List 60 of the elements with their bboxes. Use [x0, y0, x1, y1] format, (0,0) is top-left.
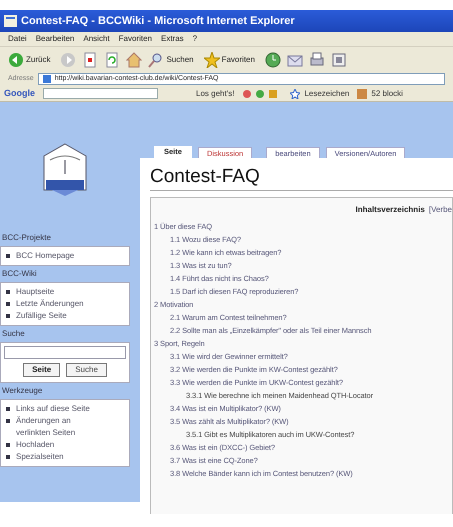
- sidebar-link[interactable]: Hochladen: [16, 439, 106, 451]
- go-button[interactable]: Los geht's!: [196, 88, 234, 100]
- clock-icon: [264, 52, 281, 68]
- menu-item[interactable]: Favoriten: [118, 33, 152, 45]
- toolbar-history-button[interactable]: [264, 52, 281, 68]
- google-logo: Google: [4, 86, 35, 100]
- bullet-icon: [6, 314, 10, 318]
- menu-item[interactable]: Ansicht: [83, 33, 110, 45]
- toolbar-search-button[interactable]: Suchen: [148, 52, 198, 68]
- bullet-icon: [6, 254, 10, 258]
- blocker-icon: [357, 88, 368, 98]
- sidebar-link[interactable]: Hauptseite: [16, 286, 106, 298]
- house-icon: [126, 52, 142, 68]
- page-title: Contest-FAQ: [150, 166, 453, 191]
- toolbar-back-button[interactable]: Zurück: [8, 52, 54, 68]
- sidebar-heading: BCC-Projekte: [1, 232, 52, 244]
- sidebar-link[interactable]: Letzte Änderungen: [16, 298, 106, 310]
- club-logo: [42, 142, 88, 198]
- toc-toggle-link[interactable]: [Verbe: [428, 204, 452, 216]
- sidebar-heading: Werkzeuge: [1, 385, 44, 397]
- menu-item[interactable]: Datei: [8, 33, 27, 45]
- bullet-icon: [6, 419, 10, 423]
- toolbar-home-button[interactable]: [126, 52, 142, 68]
- window-title: Contest-FAQ - BCCWiki - Microsoft Internet Explorer: [21, 14, 295, 29]
- sidebar-heading: BCC-Wiki: [1, 268, 38, 280]
- menu-item[interactable]: ?: [192, 33, 198, 45]
- page-button[interactable]: Seite: [23, 363, 60, 377]
- bookmarks-button[interactable]: Lesezeichen: [304, 88, 350, 100]
- bullet-icon: [6, 290, 10, 294]
- popup-blocker-button[interactable]: 52 blocki: [357, 88, 403, 100]
- sidebar-link[interactable]: Änderungen an verlinkten Seiten: [16, 415, 106, 439]
- search-icon: [148, 52, 164, 68]
- sidebar-link[interactable]: Links auf diese Seite: [16, 403, 106, 415]
- printer-icon: [308, 52, 325, 68]
- menu-item[interactable]: Extras: [160, 33, 184, 45]
- search-button[interactable]: Suche: [66, 363, 107, 377]
- toolbar-refresh-button[interactable]: [104, 52, 120, 68]
- stop-icon: [82, 52, 98, 68]
- bullet-icon: [6, 443, 10, 447]
- toolbar-stop-button[interactable]: [82, 52, 98, 68]
- search-field[interactable]: [4, 346, 126, 359]
- page-icon: [42, 75, 51, 83]
- document-icon: [330, 52, 347, 68]
- toolbar-print-button[interactable]: [308, 52, 325, 68]
- star-icon: [290, 88, 300, 98]
- menu-item[interactable]: Bearbeiten: [36, 33, 74, 45]
- sidebar-link[interactable]: BCC Homepage: [16, 250, 106, 262]
- toc-title: Inhaltsverzeichnis: [356, 204, 425, 216]
- sidebar-link[interactable]: Spezialseiten: [16, 451, 106, 463]
- bullet-icon: [6, 302, 10, 306]
- bullet-icon: [6, 455, 10, 459]
- sidebar-heading: Suche: [1, 328, 26, 340]
- toolbar-edit-button[interactable]: [330, 52, 347, 68]
- bullet-icon: [6, 407, 10, 411]
- sidebar-link[interactable]: Zufällige Seite: [16, 310, 106, 322]
- toolbar-favorites-button[interactable]: Favoriten: [204, 52, 259, 68]
- star-icon: [204, 52, 220, 68]
- google-search-field[interactable]: [43, 88, 158, 99]
- refresh-icon: [104, 52, 120, 68]
- browser-icon: [4, 15, 17, 27]
